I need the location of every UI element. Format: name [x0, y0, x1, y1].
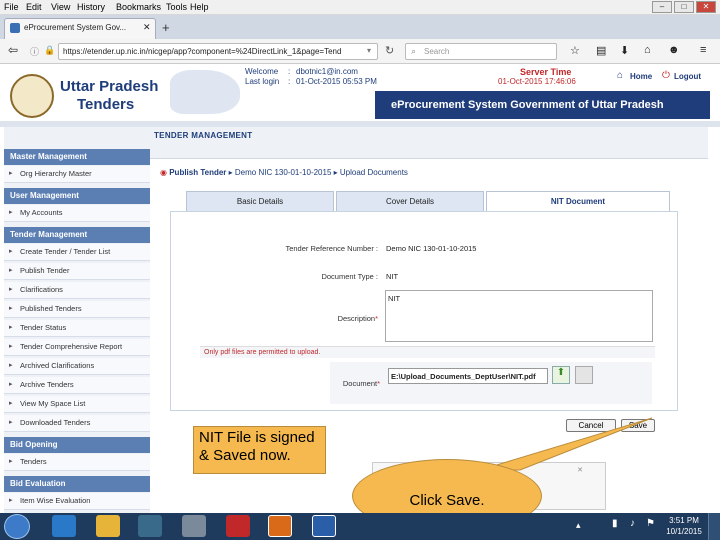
show-desktop-button[interactable]	[708, 513, 720, 540]
start-button-icon[interactable]	[4, 514, 30, 539]
ie-icon[interactable]	[52, 515, 76, 537]
word-icon[interactable]	[312, 515, 336, 537]
media-player-icon[interactable]	[138, 515, 162, 537]
callout-arrow	[479, 417, 653, 471]
paint-icon[interactable]	[182, 515, 206, 537]
taskbar-time[interactable]: 3:51 PM	[664, 516, 704, 525]
explorer-icon[interactable]	[96, 515, 120, 537]
volume-icon[interactable]: ♪	[630, 518, 635, 529]
flag-icon[interactable]: ⚑	[646, 518, 655, 529]
taskbar-date[interactable]: 10/1/2015	[664, 527, 704, 536]
network-icon[interactable]: ▮	[612, 518, 618, 529]
callout-pointer	[479, 417, 653, 471]
opera-icon[interactable]	[226, 515, 250, 537]
firefox-icon[interactable]	[268, 515, 292, 537]
note-callout: NIT File is signed & Saved now.	[193, 426, 326, 474]
tray-arrow-icon[interactable]: ▴	[576, 520, 581, 531]
